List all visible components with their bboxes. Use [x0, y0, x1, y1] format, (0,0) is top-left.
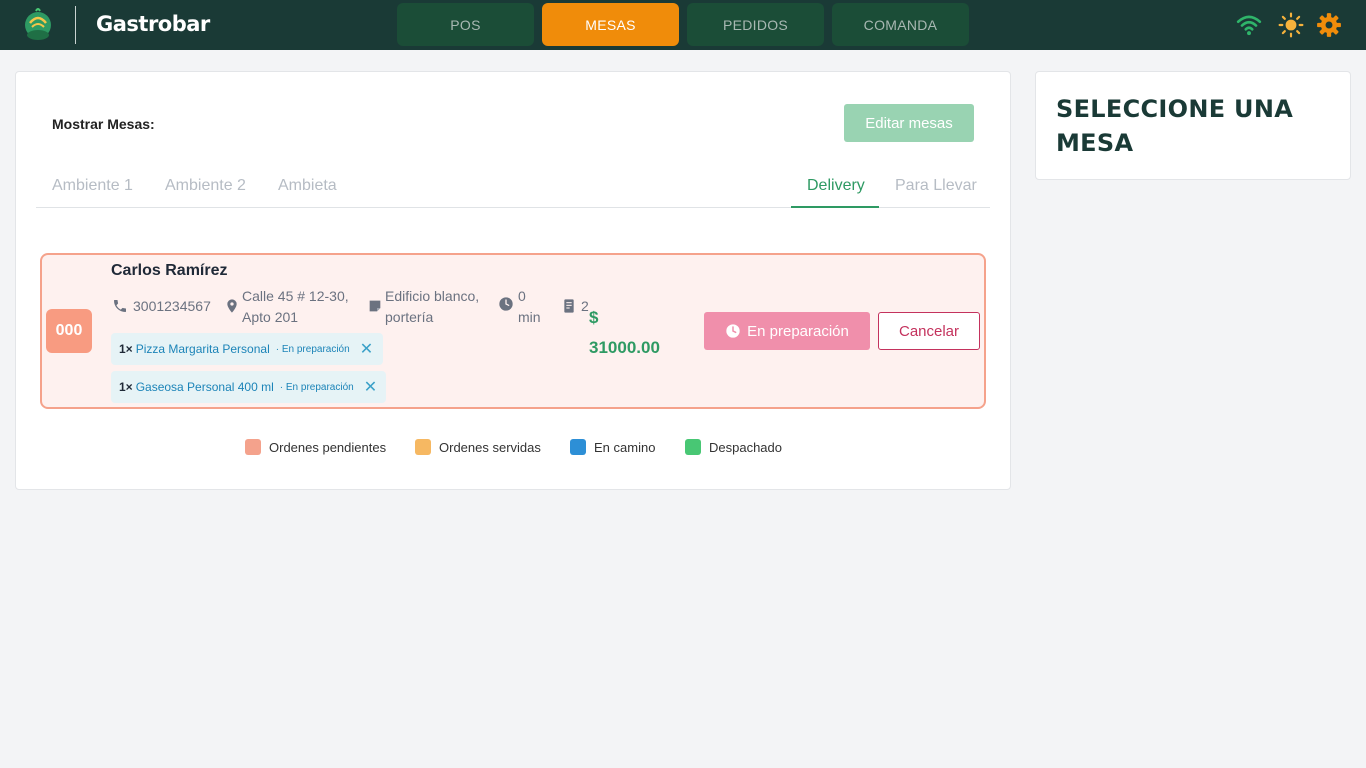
legend-label: Despachado — [709, 439, 782, 455]
order-item: 1× Pizza Margarita Personal · En prepara… — [111, 333, 383, 365]
legend-item-served: Ordenes servidas — [415, 439, 541, 455]
table-detail-panel: SELECCIONE UNA MESA — [1035, 71, 1351, 180]
tab-ambiente-2[interactable]: Ambiente 2 — [165, 177, 246, 195]
tab-ambieta[interactable]: Ambieta — [278, 177, 337, 195]
location-pin-icon — [227, 299, 237, 313]
customer-phone: 3001234567 — [133, 298, 211, 314]
select-table-title: SELECCIONE UNA MESA — [1056, 95, 1294, 157]
elapsed-time: 0 min — [518, 286, 541, 328]
note-icon — [369, 300, 381, 312]
tables-panel: Mostrar Mesas: Editar mesas Ambiente 1 A… — [15, 71, 1011, 490]
remove-item-icon[interactable]: ✕ — [364, 377, 377, 397]
item-qty: 1× — [119, 380, 133, 394]
legend-label: Ordenes pendientes — [269, 439, 387, 455]
items-count: 2 — [581, 298, 589, 314]
legend-swatch — [685, 439, 701, 455]
item-status: · En preparación — [279, 381, 354, 393]
legend-swatch — [570, 439, 586, 455]
delivery-order-card[interactable]: 000 Carlos Ramírez 3001234567 Calle 45 #… — [40, 253, 986, 409]
item-status: · En preparación — [275, 343, 350, 355]
brand-divider — [75, 6, 76, 44]
item-name: Pizza Margarita Personal — [135, 342, 270, 356]
order-number-badge: 000 — [46, 309, 92, 353]
gear-icon[interactable] — [1316, 12, 1342, 38]
phone-icon — [114, 300, 126, 312]
logo-icon — [25, 8, 51, 40]
app-title: Gastrobar — [96, 12, 210, 36]
order-total: $ 31000.00 — [589, 303, 660, 363]
tab-para-llevar[interactable]: Para Llevar — [895, 177, 977, 195]
elapsed-time-unit: min — [518, 309, 541, 325]
delivery-note: Edificio blanco, portería — [385, 286, 479, 328]
sun-icon[interactable] — [1278, 12, 1304, 38]
elapsed-time-value: 0 — [518, 288, 526, 304]
legend-swatch — [245, 439, 261, 455]
total-amount: 31000.00 — [589, 338, 660, 357]
tab-delivery[interactable]: Delivery — [807, 177, 865, 195]
legend-item-on-the-way: En camino — [570, 439, 655, 455]
clock-icon — [499, 297, 513, 311]
legend-swatch — [415, 439, 431, 455]
wifi-icon[interactable] — [1236, 12, 1262, 38]
edit-tables-button[interactable]: Editar mesas — [844, 104, 974, 142]
in-preparation-button[interactable]: En preparación — [704, 312, 870, 350]
item-name: Gaseosa Personal 400 ml — [135, 380, 274, 394]
address-line-1: Calle 45 # 12-30, — [242, 288, 349, 304]
nav-pedidos[interactable]: PEDIDOS — [687, 3, 824, 46]
note-line-2: portería — [385, 309, 434, 325]
show-tables-label: Mostrar Mesas: — [52, 116, 155, 132]
active-tab-indicator — [791, 206, 879, 208]
currency-symbol: $ — [589, 308, 599, 327]
legend-label: En camino — [594, 439, 656, 455]
address-line-2: Apto 201 — [242, 309, 299, 325]
nav-mesas[interactable]: MESAS — [542, 3, 679, 46]
receipt-icon — [564, 299, 574, 313]
in-preparation-label: En preparación — [747, 322, 849, 340]
cancel-order-button[interactable]: Cancelar — [878, 312, 980, 350]
remove-item-icon[interactable]: ✕ — [360, 339, 373, 359]
top-bar: Gastrobar POS MESAS PEDIDOS COMANDA — [0, 0, 1366, 50]
customer-name: Carlos Ramírez — [111, 262, 228, 279]
order-item: 1× Gaseosa Personal 400 ml · En preparac… — [111, 371, 386, 403]
tab-ambiente-1[interactable]: Ambiente 1 — [52, 177, 133, 195]
delivery-address: Calle 45 # 12-30, Apto 201 — [242, 286, 349, 328]
clock-icon — [726, 324, 740, 338]
nav-pos[interactable]: POS — [397, 3, 534, 46]
note-line-1: Edificio blanco, — [385, 288, 480, 304]
legend-item-pending: Ordenes pendientes — [245, 439, 386, 455]
legend-label: Ordenes servidas — [439, 439, 541, 455]
nav-comanda[interactable]: COMANDA — [832, 3, 969, 46]
legend-item-dispatched: Despachado — [685, 439, 782, 455]
item-qty: 1× — [119, 342, 133, 356]
